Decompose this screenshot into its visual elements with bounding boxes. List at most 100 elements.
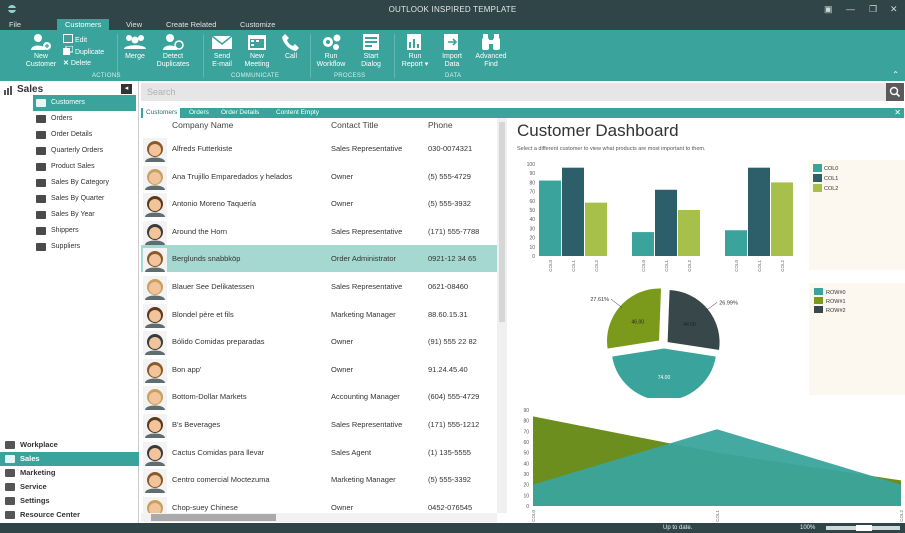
module-service[interactable]: Service: [0, 480, 139, 494]
new-meeting-button[interactable]: New Meeting: [239, 33, 275, 69]
close-icon[interactable]: ✕: [890, 4, 898, 15]
bar: [632, 232, 654, 256]
import-data-button[interactable]: Import Data: [436, 33, 468, 69]
module-workplace[interactable]: Workplace: [0, 438, 139, 452]
table-row[interactable]: Bottom-Dollar Markets Accounting Manager (…: [141, 383, 498, 411]
y-tick-label: 0: [526, 504, 529, 510]
tab-orders[interactable]: Orders: [189, 109, 209, 116]
merge-button[interactable]: Merge: [118, 33, 152, 61]
table-row[interactable]: B's Beverages Sales Representative (171) 5…: [141, 411, 498, 438]
scroll-thumb[interactable]: [499, 122, 505, 322]
tab-order-details[interactable]: Order Details: [221, 109, 259, 116]
x-tick-label: COL2: [780, 260, 785, 272]
ribbon: New Customer Edit Duplicate ✕ Delete Mer…: [0, 30, 905, 81]
grid-horizontal-scrollbar[interactable]: [141, 513, 497, 522]
advanced-find-button[interactable]: Advanced Find: [470, 33, 512, 69]
column-header-company[interactable]: Company Name: [172, 120, 233, 130]
tab-customers[interactable]: Customers: [143, 108, 181, 118]
zoom-thumb[interactable]: [856, 525, 872, 531]
company-name-cell: Bon app': [172, 364, 202, 374]
search-button[interactable]: [886, 83, 904, 101]
sidebar-item-customers[interactable]: Customers: [33, 95, 136, 111]
new-customer-button[interactable]: New Customer: [22, 33, 60, 69]
delete-button[interactable]: ✕ Delete: [63, 59, 91, 67]
sidebar-item-order-details[interactable]: Order Details: [33, 127, 136, 143]
table-row[interactable]: Berglunds snabbköp Order Administrator 092…: [141, 245, 498, 273]
menu-view[interactable]: View: [126, 20, 142, 29]
contact-title-cell: Sales Representative: [331, 226, 403, 236]
bar: [678, 210, 700, 256]
table-row[interactable]: Bólido Comidas preparadas Owner (91) 555 2…: [141, 328, 498, 356]
hscroll-thumb[interactable]: [151, 514, 276, 521]
module-sales[interactable]: Sales: [0, 452, 139, 466]
table-row[interactable]: Blauer See Delikatessen Sales Representat…: [141, 273, 498, 300]
table-row[interactable]: Around the Horn Sales Representative (171)…: [141, 218, 498, 245]
call-label: Call: [284, 53, 298, 60]
company-name-cell: Alfreds Futterkiste: [172, 144, 233, 153]
contact-title-cell: Sales Agent: [331, 447, 372, 457]
nav-item-icon: [36, 179, 46, 187]
column-header-contact-title[interactable]: Contact Title: [331, 120, 378, 130]
minimize-icon[interactable]: —: [846, 4, 855, 14]
collapse-nav-icon[interactable]: ◂: [121, 84, 132, 94]
edit-button[interactable]: Edit: [63, 34, 87, 44]
contact-title-cell: Owner: [331, 364, 354, 374]
menu-customers[interactable]: Customers: [57, 19, 110, 30]
detect-duplicates-button[interactable]: Detect Duplicates: [152, 33, 194, 69]
column-header-phone[interactable]: Phone: [428, 120, 453, 130]
grid-vertical-scrollbar[interactable]: [497, 118, 507, 513]
module-resource-center[interactable]: Resource Center: [0, 508, 139, 522]
table-row[interactable]: Alfreds Futterkiste Sales Representative 0…: [141, 135, 498, 162]
sidebar-item-shippers[interactable]: Shippers: [33, 223, 136, 239]
sidebar-item-suppliers[interactable]: Suppliers: [33, 239, 136, 255]
calendar-icon: [248, 35, 266, 50]
table-row[interactable]: Cactus Comidas para llevar Sales Agent (1)…: [141, 439, 498, 466]
module-label: Resource Center: [20, 510, 81, 519]
pie-slice: [666, 288, 721, 352]
tab-content-empty[interactable]: Content Empty: [276, 109, 319, 116]
legend-swatch: [813, 164, 822, 172]
title-bar: OUTLOOK INSPIRED TEMPLATE ▣ — ❐ ✕: [0, 0, 905, 19]
search-input[interactable]: Search: [147, 87, 176, 97]
pie-percent-label: 27.61%: [590, 297, 609, 303]
module-marketing[interactable]: Marketing: [0, 466, 139, 480]
sidebar-item-label: Customers: [51, 99, 85, 106]
sidebar-item-product-sales[interactable]: Product Sales: [33, 159, 136, 175]
module-icon: [5, 497, 15, 505]
maximize-icon[interactable]: ❐: [869, 4, 877, 15]
start-dialog-button[interactable]: Start Dialog: [353, 33, 389, 69]
zoom-slider[interactable]: [826, 525, 900, 531]
search-bar[interactable]: Search: [141, 83, 904, 101]
sidebar-item-quarterly-orders[interactable]: Quarterly Orders: [33, 143, 136, 159]
menu-create-related[interactable]: Create Related: [166, 20, 216, 29]
module-icon: [5, 511, 15, 519]
table-row[interactable]: Blondel père et fils Marketing Manager 88.…: [141, 301, 498, 328]
sidebar-item-label: Quarterly Orders: [51, 147, 104, 154]
module-icon: [5, 441, 15, 449]
restore-icon[interactable]: ▣: [824, 4, 833, 15]
company-name-cell: Berglunds snabbköp: [172, 254, 241, 264]
close-panel-icon[interactable]: ✕: [894, 108, 901, 117]
table-row[interactable]: Bon app' Owner 91.24.45.40: [141, 356, 498, 383]
table-row[interactable]: Centro comercial Moctezuma Marketing Mana…: [141, 466, 498, 494]
nav-item-icon: [36, 131, 46, 139]
run-report-button[interactable]: Run Report ▾: [396, 33, 434, 69]
y-tick-label: 50: [529, 208, 535, 214]
module-settings[interactable]: Settings: [0, 494, 139, 508]
run-workflow-button[interactable]: Run Workflow: [311, 33, 351, 69]
sidebar-item-orders[interactable]: Orders: [33, 111, 136, 127]
x-tick-label: COL0: [531, 510, 536, 522]
collapse-ribbon-icon[interactable]: ⌃: [892, 70, 899, 79]
add-user-icon: [31, 34, 51, 50]
menu-file[interactable]: File: [9, 20, 21, 29]
table-row[interactable]: Ana Trujillo Emparedados y helados Owner (…: [141, 163, 498, 190]
send-email-button[interactable]: Send E-mail: [205, 33, 239, 69]
sidebar-item-sales-by-quarter[interactable]: Sales By Quarter: [33, 191, 136, 207]
menu-customize[interactable]: Customize: [240, 20, 275, 29]
call-button[interactable]: Call: [277, 33, 305, 61]
sidebar-item-sales-by-year[interactable]: Sales By Year: [33, 207, 136, 223]
sidebar-item-sales-by-category[interactable]: Sales By Category: [33, 175, 136, 191]
duplicate-button[interactable]: Duplicate: [63, 45, 104, 56]
table-row[interactable]: Antonio Moreno Taquería Owner (5) 555-3932: [141, 190, 498, 218]
dashboard-title: Customer Dashboard: [517, 121, 679, 140]
